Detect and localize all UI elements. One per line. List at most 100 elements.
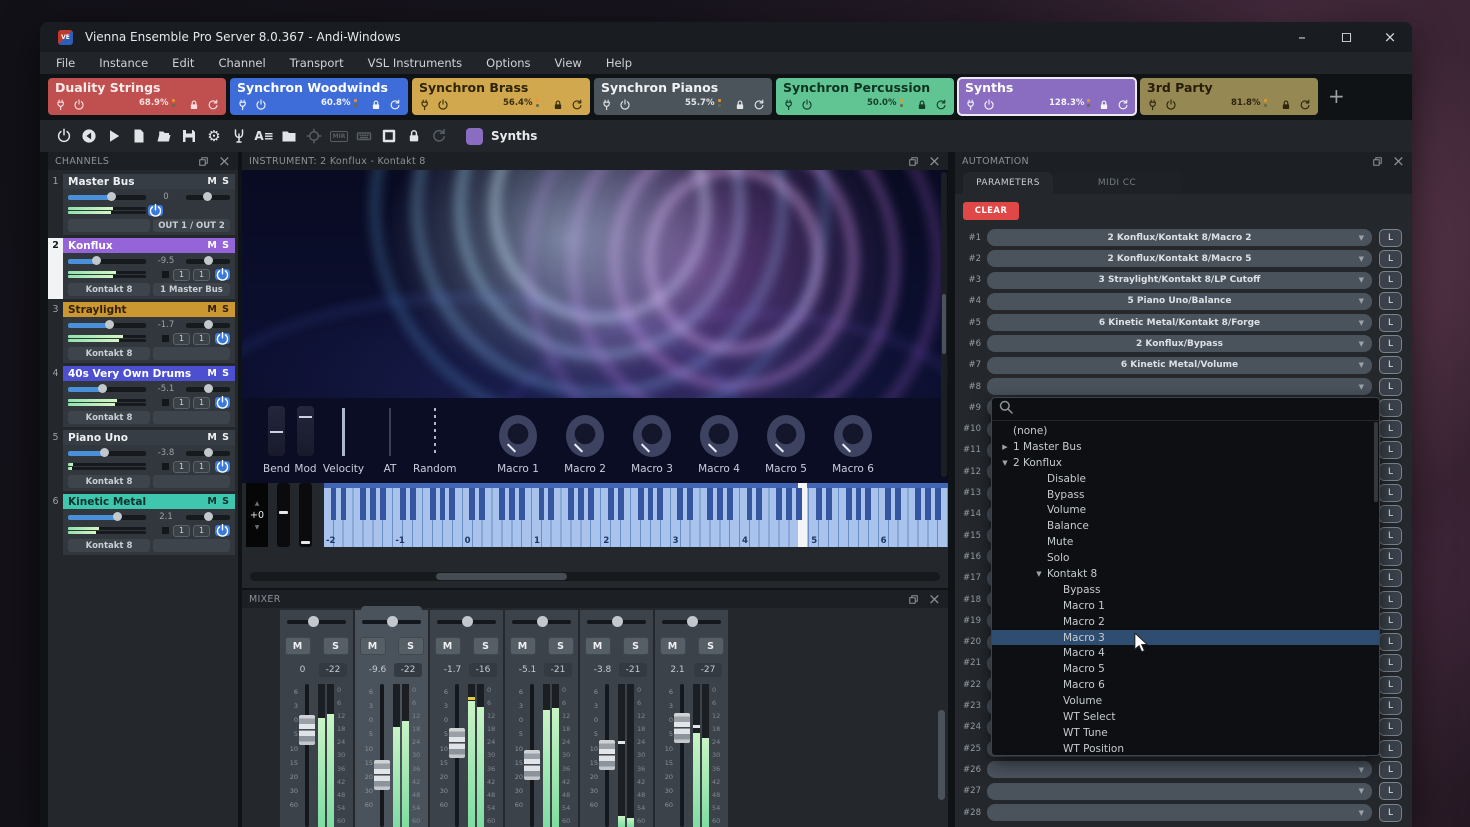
learn-button[interactable]: L [1379,484,1402,502]
midi-port-button[interactable]: 1 [173,525,190,537]
channel-power-button[interactable] [215,333,230,344]
mod-wheel-strip[interactable] [299,483,312,547]
instance-tab[interactable]: Synths 128.3% [958,78,1136,115]
macro-knob[interactable]: Macro 6 [819,415,886,475]
parameter-select[interactable]: ▼ [987,804,1372,821]
midi-channel-button[interactable]: 1 [193,269,210,281]
tree-item[interactable]: (none) [992,423,1379,439]
parameter-select[interactable]: 6 Kinetic Metal/Volume ▼ [987,357,1372,374]
mute-button[interactable]: M [510,637,536,655]
volume-fader[interactable] [675,684,689,827]
volume-slider[interactable] [68,451,146,456]
lock-icon[interactable] [916,97,928,109]
lock-icon[interactable] [188,97,200,109]
midi-port-button[interactable]: 1 [173,461,190,473]
learn-button[interactable]: L [1379,505,1402,523]
menu-item[interactable]: Options [486,56,530,70]
tree-item[interactable]: Macro 4 [992,645,1379,661]
text-list-icon[interactable]: A≡ [252,126,276,146]
tree-item[interactable]: Macro 5 [992,661,1379,677]
learn-button[interactable]: L [1379,335,1402,353]
volume-slider[interactable] [68,259,146,264]
mute-button[interactable]: M [660,637,686,655]
learn-button[interactable]: L [1379,548,1402,566]
lock-icon[interactable] [734,97,746,109]
learn-button[interactable]: L [1379,399,1402,417]
learn-button[interactable]: L [1379,591,1402,609]
parameter-select[interactable]: 2 Konflux/Kontakt 8/Macro 2 ▼ [987,229,1372,246]
lock-icon[interactable] [1280,97,1292,109]
mute-button[interactable]: M [360,637,386,655]
tree-item[interactable]: Balance [992,518,1379,534]
velocity-control[interactable]: Velocity [320,408,367,475]
lock-icon[interactable] [1098,97,1110,109]
tree-item[interactable]: ▶ 1 Master Bus [992,439,1379,455]
mixer-strip[interactable]: M S 0 -22 63051015203060 [280,610,353,827]
instance-tab[interactable]: 3rd Party 81.8% [1140,78,1318,115]
instrument-horizontal-scrollbar[interactable] [250,572,940,581]
fader-handle[interactable] [374,760,390,790]
learn-button[interactable]: L [1379,697,1402,715]
open-file-icon[interactable] [152,126,176,146]
instance-tab[interactable]: Synchron Woodwinds 60.8% [230,78,408,115]
midi-channel-button[interactable]: 1 [193,333,210,345]
learn-button[interactable]: L [1379,378,1402,396]
tree-item[interactable]: Macro 2 [992,614,1379,630]
solo-button[interactable]: S [473,637,499,655]
octave-shift-control[interactable]: ▲ +0 ▼ [246,483,268,547]
tree-item[interactable]: Solo [992,550,1379,566]
learn-button[interactable]: L [1379,250,1402,268]
solo-button[interactable]: S [222,432,230,443]
solo-button[interactable]: S [222,176,230,187]
channel-strip[interactable]: 6 Kinetic Metal M S [48,494,235,555]
output-routing-button[interactable]: 1 Master Bus [153,283,230,296]
mute-button[interactable]: M [207,176,217,187]
solo-button[interactable]: S [222,304,230,315]
volume-slider[interactable] [68,387,146,392]
keyboard-octave[interactable]: 6 [879,483,948,547]
close-button[interactable]: × [1368,22,1412,52]
fader-handle[interactable] [449,728,465,758]
volume-slider[interactable] [68,195,146,200]
power-icon[interactable] [983,97,995,109]
midi-port-button[interactable]: 1 [173,333,190,345]
parameter-select[interactable]: 3 Straylight/Kontakt 8/LP Cutoff ▼ [987,272,1372,289]
play-icon[interactable] [102,126,126,146]
plugin-button[interactable] [68,219,150,232]
tree-item[interactable]: Bypass [992,487,1379,503]
mute-button[interactable]: M [207,240,217,251]
midi-channel-button[interactable]: 1 [193,525,210,537]
learn-button[interactable]: L [1379,633,1402,651]
tree-item[interactable]: ▼ 2 Konflux [992,455,1379,471]
dropdown-scrollbar[interactable] [1374,422,1378,502]
volume-slider[interactable] [68,323,146,328]
keyboard-octave[interactable]: 5 [809,483,878,547]
learn-button[interactable]: L [1379,718,1402,736]
settings-gear-icon[interactable]: ⚙ [202,126,226,146]
learn-button[interactable]: L [1379,804,1402,822]
solo-button[interactable]: S [623,637,649,655]
channel-strip[interactable]: 3 Straylight M S [48,302,235,363]
channel-power-button[interactable] [215,461,230,472]
parameter-select[interactable]: 6 Kinetic Metal/Kontakt 8/Forge ▼ [987,314,1372,331]
tree-expand-icon[interactable]: ▶ [1000,443,1010,451]
minimize-button[interactable]: – [1280,22,1324,52]
volume-fader[interactable] [600,684,614,827]
menu-item[interactable]: Transport [290,56,344,70]
tree-item[interactable]: WT Select [992,709,1379,725]
channel-power-button[interactable] [215,397,230,408]
close-icon[interactable]: × [928,592,941,607]
menu-item[interactable]: File [56,56,75,70]
volume-fader[interactable] [300,684,314,827]
keyboard-octave[interactable]: 2 [601,483,670,547]
parameter-select[interactable]: 2 Konflux/Kontakt 8/Macro 5 ▼ [987,250,1372,267]
mixer-strip[interactable]: M S -1.7 -16 63051015203060 [430,610,503,827]
keyboard-icon[interactable] [352,126,376,146]
new-file-icon[interactable] [127,126,151,146]
pan-slider[interactable] [186,451,230,456]
learn-button[interactable]: L [1379,761,1402,779]
tree-expand-icon[interactable]: ▼ [1034,570,1044,578]
learn-button[interactable]: L [1379,229,1402,247]
fader-handle[interactable] [299,715,315,745]
channel-strip[interactable]: 1 Master Bus M S [48,174,235,235]
